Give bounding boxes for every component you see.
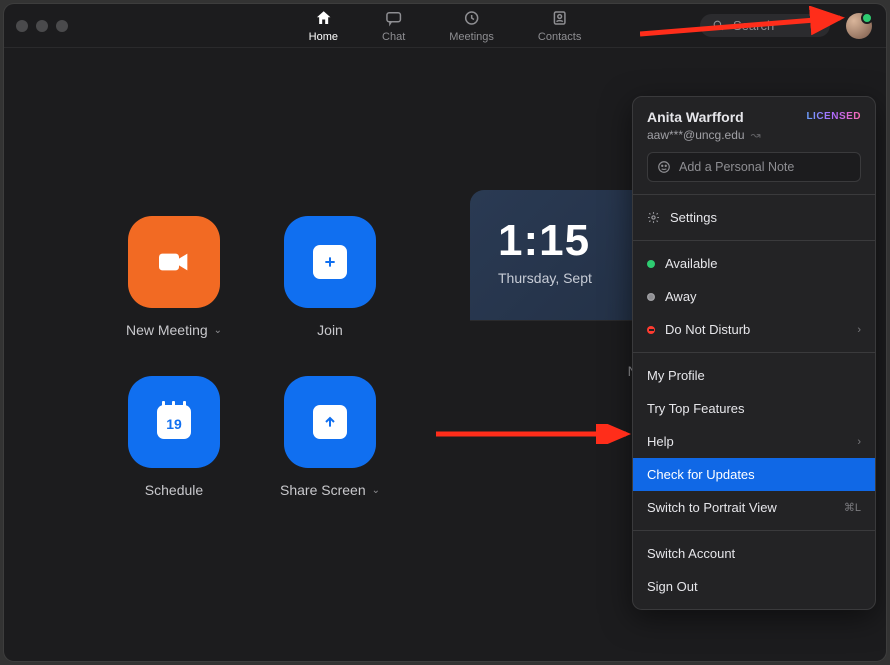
window-controls [16, 20, 68, 32]
tile-new-meeting: New Meeting ⌄ [99, 216, 249, 338]
tile-join: Join [255, 216, 405, 338]
app-window: Home Chat Meetings Contacts [4, 4, 886, 661]
schedule-label: Schedule [145, 482, 203, 498]
menu-available[interactable]: Available [633, 247, 875, 280]
join-label: Join [317, 322, 343, 338]
search-icon [712, 19, 725, 32]
main-body: New Meeting ⌄ Join [4, 48, 886, 661]
calendar-icon: 19 [157, 405, 191, 439]
tab-contacts[interactable]: Contacts [538, 8, 581, 43]
link-icon: ↝ [751, 128, 761, 142]
tab-meetings[interactable]: Meetings [449, 8, 494, 43]
arrow-up-icon [313, 405, 347, 439]
chevron-right-icon: › [857, 324, 861, 336]
contacts-icon [550, 8, 570, 28]
menu-switch-portrait[interactable]: Switch to Portrait View ⌘L [633, 491, 875, 524]
close-window-button[interactable] [16, 20, 28, 32]
menu-sign-out[interactable]: Sign Out [633, 570, 875, 603]
share-screen-label[interactable]: Share Screen ⌄ [280, 482, 380, 498]
menu-check-for-updates[interactable]: Check for Updates [633, 458, 875, 491]
action-tiles: New Meeting ⌄ Join [99, 216, 405, 498]
chevron-right-icon: › [857, 436, 861, 448]
home-icon [313, 8, 333, 28]
profile-menu: Anita Warfford LICENSED aaw***@uncg.edu … [632, 96, 876, 610]
profile-avatar-button[interactable] [846, 13, 872, 39]
tab-contacts-label: Contacts [538, 31, 581, 43]
clock-icon [462, 8, 482, 28]
keyboard-shortcut: ⌘L [844, 501, 861, 514]
new-meeting-label[interactable]: New Meeting ⌄ [126, 322, 222, 338]
menu-help[interactable]: Help › [633, 425, 875, 458]
share-screen-button[interactable] [284, 376, 376, 468]
gear-icon [647, 211, 660, 224]
menu-user-email: aaw***@uncg.edu ↝ [647, 128, 861, 142]
new-meeting-button[interactable] [128, 216, 220, 308]
main-tabs: Home Chat Meetings Contacts [309, 8, 582, 43]
search-input[interactable]: Search [700, 14, 830, 37]
menu-away[interactable]: Away [633, 280, 875, 313]
chevron-down-icon: ⌄ [214, 325, 222, 336]
minimize-window-button[interactable] [36, 20, 48, 32]
chevron-down-icon: ⌄ [372, 485, 380, 496]
smiley-icon [657, 160, 671, 174]
search-placeholder: Search [733, 18, 774, 33]
tab-chat[interactable]: Chat [382, 8, 405, 43]
tab-meetings-label: Meetings [449, 31, 494, 43]
titlebar: Home Chat Meetings Contacts [4, 4, 886, 48]
tile-schedule: 19 Schedule [99, 376, 249, 498]
chat-icon [384, 8, 404, 28]
presence-away-icon [647, 293, 655, 301]
personal-note-placeholder: Add a Personal Note [679, 160, 794, 174]
tab-home[interactable]: Home [309, 8, 338, 43]
schedule-button[interactable]: 19 [128, 376, 220, 468]
tab-home-label: Home [309, 31, 338, 43]
video-icon [154, 242, 194, 282]
menu-switch-account[interactable]: Switch Account [633, 537, 875, 570]
tile-share-screen: Share Screen ⌄ [255, 376, 405, 498]
personal-note-input[interactable]: Add a Personal Note [647, 152, 861, 182]
presence-available-icon [647, 260, 655, 268]
menu-my-profile[interactable]: My Profile [633, 359, 875, 392]
menu-settings[interactable]: Settings [633, 201, 875, 234]
tab-chat-label: Chat [382, 31, 405, 43]
presence-dnd-icon [647, 326, 655, 334]
join-button[interactable] [284, 216, 376, 308]
menu-do-not-disturb[interactable]: Do Not Disturb › [633, 313, 875, 346]
menu-try-top-features[interactable]: Try Top Features [633, 392, 875, 425]
plus-icon [313, 245, 347, 279]
maximize-window-button[interactable] [56, 20, 68, 32]
license-badge: LICENSED [806, 111, 861, 122]
